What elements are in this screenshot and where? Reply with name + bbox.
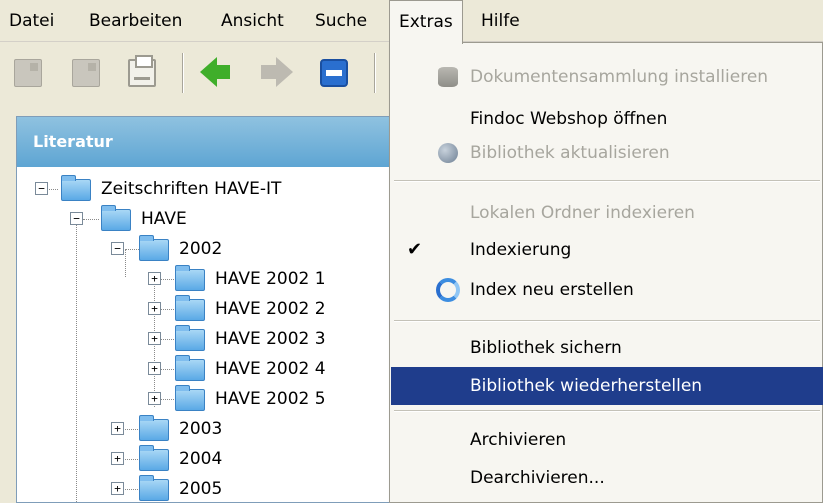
folder-icon bbox=[139, 445, 169, 471]
folder-icon bbox=[175, 325, 205, 351]
expand-icon[interactable]: + bbox=[111, 422, 124, 435]
expand-icon[interactable]: + bbox=[148, 272, 161, 285]
tree-node-2004[interactable]: + 2004 bbox=[17, 444, 397, 474]
collapse-icon[interactable]: − bbox=[35, 182, 48, 195]
open-document-icon[interactable] bbox=[72, 59, 100, 87]
menu-item-label: Lokalen Ordner indexieren bbox=[470, 203, 695, 223]
menu-suche[interactable]: Suche bbox=[306, 0, 376, 42]
menu-item-label: Indexierung bbox=[470, 240, 572, 260]
folder-tree: − Zeitschriften HAVE-IT − HAVE − 2002 + … bbox=[17, 167, 395, 503]
expand-icon[interactable]: + bbox=[148, 332, 161, 345]
folder-icon bbox=[61, 175, 91, 201]
folder-icon bbox=[139, 475, 169, 501]
tree-node-have-2002-5[interactable]: + HAVE 2002 5 bbox=[17, 384, 397, 414]
tree-node-label: HAVE 2002 3 bbox=[215, 329, 326, 349]
menu-item-label: Bibliothek wiederherstellen bbox=[470, 376, 703, 396]
menu-item-label: Findoc Webshop öffnen bbox=[470, 109, 668, 129]
tree-node-have-2002-4[interactable]: + HAVE 2002 4 bbox=[17, 354, 397, 384]
menu-separator bbox=[394, 180, 820, 182]
folder-icon bbox=[175, 265, 205, 291]
menu-item-index-neu-erstellen[interactable]: Index neu erstellen bbox=[391, 271, 823, 309]
menu-item-dokumentensammlung-installieren[interactable]: Dokumentensammlung installieren bbox=[391, 58, 823, 96]
panel-title: Literatur bbox=[17, 117, 395, 167]
menu-item-indexierung[interactable]: ✔ Indexierung bbox=[391, 231, 823, 269]
menu-bar: Datei Bearbeiten Ansicht Suche Extras Hi… bbox=[0, 0, 823, 44]
new-document-icon[interactable] bbox=[14, 59, 42, 87]
navigate-back-icon[interactable] bbox=[320, 59, 348, 87]
menu-separator bbox=[394, 410, 820, 412]
menu-item-label: Index neu erstellen bbox=[470, 280, 634, 300]
menu-item-bibliothek-aktualisieren[interactable]: Bibliothek aktualisieren bbox=[391, 134, 823, 172]
folder-icon bbox=[139, 235, 169, 261]
menu-bearbeiten[interactable]: Bearbeiten bbox=[80, 0, 191, 42]
menu-hilfe[interactable]: Hilfe bbox=[472, 0, 529, 42]
menu-item-lokalen-ordner-indexieren[interactable]: Lokalen Ordner indexieren bbox=[391, 194, 823, 232]
forward-arrow-icon[interactable] bbox=[261, 57, 293, 87]
menu-item-label: Bibliothek aktualisieren bbox=[470, 143, 670, 163]
menu-item-findoc-webshop[interactable]: Findoc Webshop öffnen bbox=[391, 100, 823, 138]
tree-node-label: 2005 bbox=[179, 479, 223, 499]
menu-item-label: Dokumentensammlung installieren bbox=[470, 67, 769, 87]
tree-node-label: 2003 bbox=[179, 419, 223, 439]
tree-node-label: HAVE bbox=[141, 209, 187, 229]
tree-node-label: HAVE 2002 2 bbox=[215, 299, 326, 319]
tree-node-have[interactable]: − HAVE bbox=[17, 204, 397, 234]
toolbar-separator bbox=[374, 53, 376, 93]
expand-icon[interactable]: + bbox=[148, 362, 161, 375]
menu-item-bibliothek-sichern[interactable]: Bibliothek sichern bbox=[391, 329, 823, 367]
tree-node-label: 2002 bbox=[179, 239, 223, 259]
tree-node-label: Zeitschriften HAVE-IT bbox=[101, 179, 282, 199]
tree-node-label: HAVE 2002 1 bbox=[215, 269, 326, 289]
tree-node-2002[interactable]: − 2002 bbox=[17, 234, 397, 264]
menu-item-bibliothek-wiederherstellen[interactable]: Bibliothek wiederherstellen bbox=[391, 367, 823, 405]
folder-icon bbox=[101, 205, 131, 231]
print-icon[interactable] bbox=[128, 55, 156, 87]
tree-node-have-2002-2[interactable]: + HAVE 2002 2 bbox=[17, 294, 397, 324]
menu-item-archivieren[interactable]: Archivieren bbox=[391, 421, 823, 459]
database-icon bbox=[438, 67, 458, 87]
expand-icon[interactable]: + bbox=[148, 392, 161, 405]
back-arrow-icon[interactable] bbox=[200, 57, 230, 87]
toolbar-separator bbox=[182, 53, 184, 93]
globe-icon bbox=[438, 143, 458, 163]
tree-node-2005[interactable]: + 2005 bbox=[17, 474, 397, 503]
menu-item-dearchivieren[interactable]: Dearchivieren... bbox=[391, 459, 823, 497]
expand-icon[interactable]: + bbox=[111, 482, 124, 495]
folder-icon bbox=[175, 295, 205, 321]
expand-icon[interactable]: + bbox=[148, 302, 161, 315]
expand-icon[interactable]: + bbox=[111, 452, 124, 465]
tree-node-label: HAVE 2002 5 bbox=[215, 389, 326, 409]
menu-ansicht[interactable]: Ansicht bbox=[212, 0, 293, 42]
menu-extras[interactable]: Extras bbox=[389, 0, 463, 44]
menu-separator bbox=[394, 320, 820, 322]
menu-item-label: Bibliothek sichern bbox=[470, 338, 622, 358]
folder-icon bbox=[175, 385, 205, 411]
refresh-icon bbox=[436, 278, 460, 302]
tree-node-zeitschriften[interactable]: − Zeitschriften HAVE-IT bbox=[17, 174, 397, 204]
collapse-icon[interactable]: − bbox=[111, 242, 124, 255]
extras-menu: Dokumentensammlung installieren Findoc W… bbox=[389, 42, 823, 503]
folder-icon bbox=[139, 415, 169, 441]
menu-datei[interactable]: Datei bbox=[0, 0, 63, 42]
tree-node-label: 2004 bbox=[179, 449, 223, 469]
menu-item-label: Archivieren bbox=[470, 430, 567, 450]
tree-node-2003[interactable]: + 2003 bbox=[17, 414, 397, 444]
checkmark-icon: ✔ bbox=[407, 239, 423, 260]
tree-node-have-2002-3[interactable]: + HAVE 2002 3 bbox=[17, 324, 397, 354]
collapse-icon[interactable]: − bbox=[70, 212, 83, 225]
tree-node-have-2002-1[interactable]: + HAVE 2002 1 bbox=[17, 264, 397, 294]
folder-icon bbox=[175, 355, 205, 381]
menu-item-label: Dearchivieren... bbox=[470, 468, 605, 488]
tree-node-label: HAVE 2002 4 bbox=[215, 359, 326, 379]
literature-panel: Literatur − Zeitschriften HAVE-IT − HAVE… bbox=[16, 116, 396, 503]
